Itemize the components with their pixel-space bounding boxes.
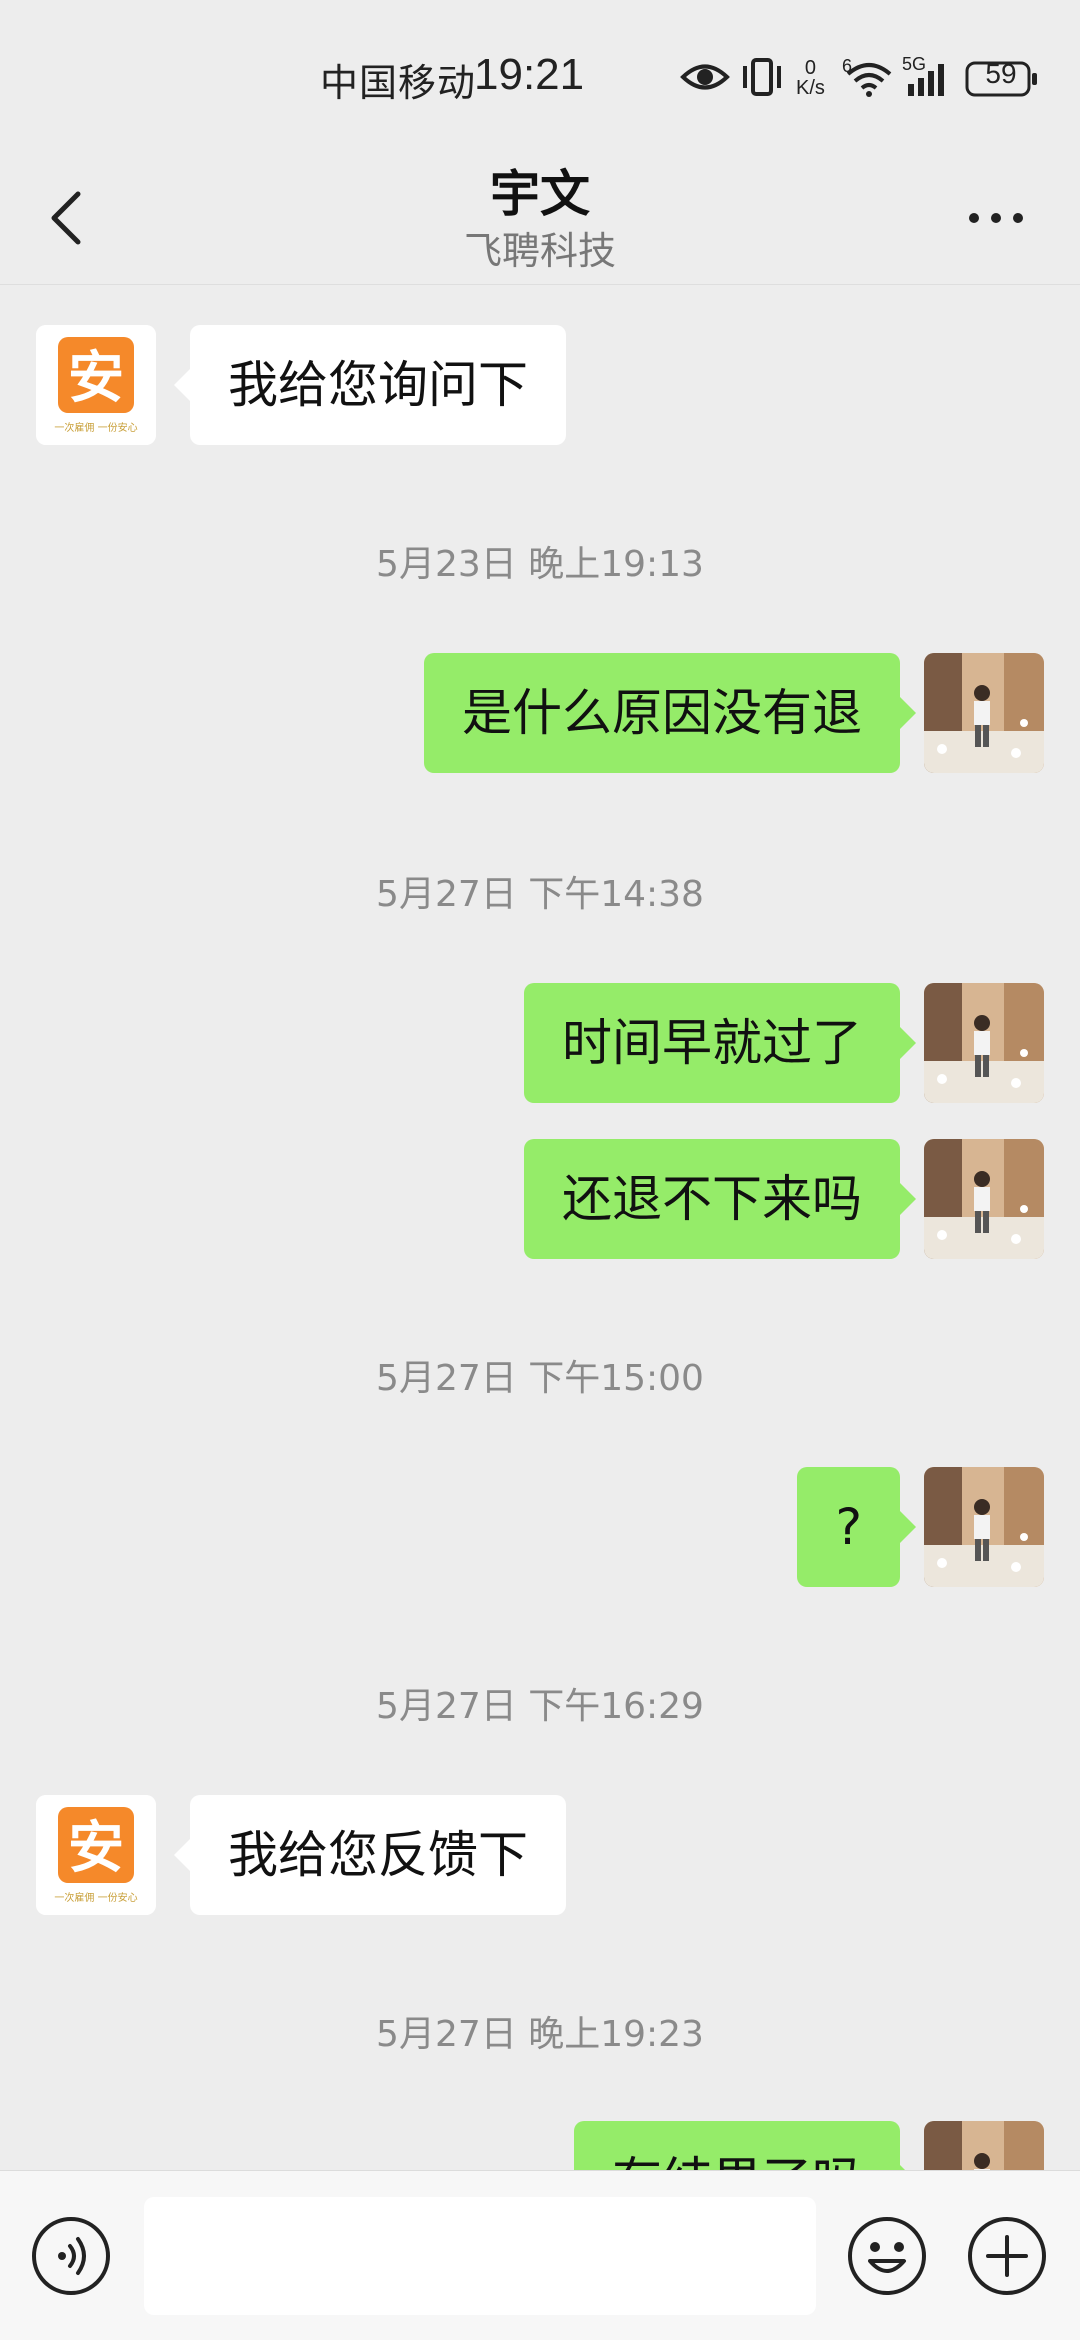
message-bubble-outgoing[interactable]: 有结果了吗 bbox=[574, 2121, 916, 2170]
message-timestamp: 5月27日 下午15:00 bbox=[376, 1358, 704, 1399]
user-photo-icon bbox=[924, 1139, 1044, 1259]
user-photo-icon bbox=[924, 653, 1044, 773]
svg-text:安: 安 bbox=[68, 346, 124, 411]
my-avatar[interactable] bbox=[924, 653, 1044, 773]
wifi-label: 6 bbox=[842, 56, 853, 76]
my-avatar[interactable] bbox=[924, 1467, 1044, 1587]
chat-subtitle: 飞聘科技 bbox=[463, 229, 616, 273]
message-timestamp: 5月27日 下午14:38 bbox=[376, 874, 704, 915]
contact-avatar[interactable]: 安 一次雇佣 一份安心 bbox=[36, 325, 156, 445]
svg-text:一次雇佣 一份安心: 一次雇佣 一份安心 bbox=[54, 1891, 137, 1904]
message-text: 还退不下来吗 bbox=[562, 1170, 862, 1228]
contact-avatar[interactable]: 安 一次雇佣 一份安心 bbox=[36, 1795, 156, 1915]
company-logo-icon: 安 一次雇佣 一份安心 bbox=[36, 325, 156, 445]
status-time: 19:21 bbox=[474, 50, 585, 99]
chat-title: 宇文 bbox=[490, 165, 590, 223]
svg-text:一次雇佣 一份安心: 一次雇佣 一份安心 bbox=[54, 421, 137, 434]
message-bubble-incoming[interactable]: 我给您反馈下 bbox=[174, 1795, 566, 1915]
cell-label: 5G bbox=[902, 54, 927, 74]
message-timestamp: 5月27日 晚上19:23 bbox=[376, 2014, 704, 2055]
message-bubble-incoming[interactable]: 我给您询问下 bbox=[174, 325, 566, 445]
chat-header: 宇文 飞聘科技 bbox=[0, 150, 1080, 285]
svg-text:安: 安 bbox=[68, 1816, 124, 1881]
user-photo-icon bbox=[924, 983, 1044, 1103]
message-timestamp: 5月23日 晚上19:13 bbox=[376, 544, 704, 585]
message-input[interactable] bbox=[144, 2197, 816, 2315]
message-text: 我给您询问下 bbox=[228, 356, 528, 414]
eye-icon bbox=[680, 64, 730, 90]
status-bar: 中国移动 19:21 0 K/s 6 5G 59 bbox=[0, 0, 1080, 150]
net-speed-unit: K/s bbox=[796, 77, 825, 99]
user-photo-icon bbox=[924, 2121, 1044, 2170]
message-bubble-outgoing[interactable]: ? bbox=[797, 1467, 916, 1587]
emoji-icon[interactable] bbox=[846, 2215, 928, 2297]
message-bubble-outgoing[interactable]: 还退不下来吗 bbox=[524, 1139, 916, 1259]
message-timestamp: 5月27日 下午16:29 bbox=[376, 1686, 704, 1727]
my-avatar[interactable] bbox=[924, 2121, 1044, 2170]
vibrate-icon bbox=[743, 58, 781, 96]
input-bar bbox=[0, 2170, 1080, 2340]
net-speed: 0 K/s bbox=[796, 58, 825, 98]
chat-screen: 中国移动 19:21 0 K/s 6 5G 59 宇文 飞聘科技 安 一次雇佣 … bbox=[0, 0, 1080, 2340]
message-text: 有结果了吗 bbox=[612, 2152, 862, 2170]
message-list[interactable]: 安 一次雇佣 一份安心 我给您询问下 5月23日 晚上19:13 是什么原因没有… bbox=[0, 285, 1080, 2170]
message-text: ? bbox=[835, 1498, 862, 1556]
message-text: 我给您反馈下 bbox=[228, 1826, 528, 1884]
carrier-name: 中国移动 bbox=[320, 61, 477, 105]
company-logo-icon: 安 一次雇佣 一份安心 bbox=[36, 1795, 156, 1915]
my-avatar[interactable] bbox=[924, 1139, 1044, 1259]
more-horizontal-icon[interactable] bbox=[966, 208, 1026, 228]
message-text: 是什么原因没有退 bbox=[462, 684, 862, 742]
user-photo-icon bbox=[924, 1467, 1044, 1587]
my-avatar[interactable] bbox=[924, 983, 1044, 1103]
message-bubble-outgoing[interactable]: 是什么原因没有退 bbox=[424, 653, 916, 773]
voice-icon[interactable] bbox=[30, 2215, 112, 2297]
plus-icon[interactable] bbox=[966, 2215, 1048, 2297]
battery-level: 59 bbox=[985, 58, 1017, 89]
net-speed-value: 0 bbox=[804, 57, 817, 79]
message-bubble-outgoing[interactable]: 时间早就过了 bbox=[524, 983, 916, 1103]
message-text: 时间早就过了 bbox=[562, 1014, 862, 1072]
